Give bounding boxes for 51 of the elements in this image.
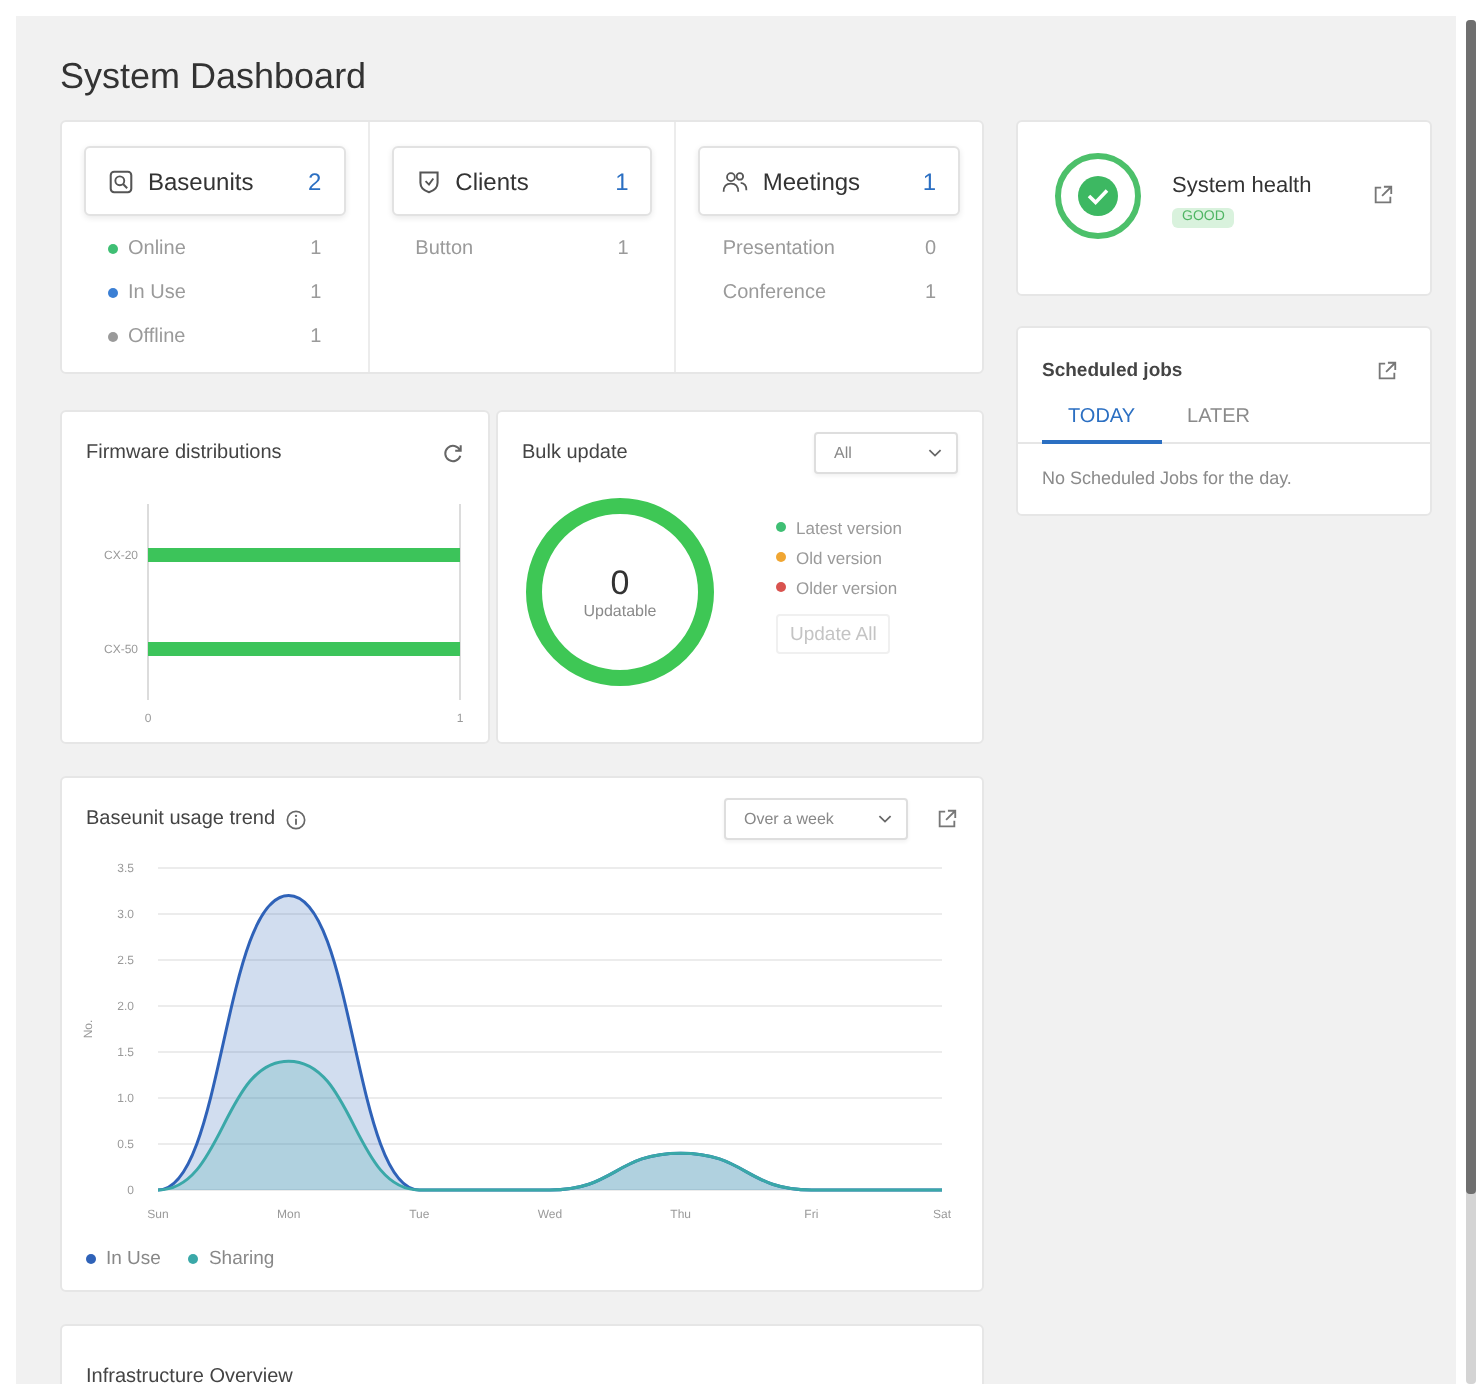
external-link-icon[interactable] [1372, 184, 1394, 206]
card-title: Bulk update [522, 442, 628, 464]
category-header[interactable]: Baseunits 2 [84, 146, 346, 216]
category-count: 1 [922, 167, 937, 195]
legend-label: Old version [796, 547, 882, 567]
card-title: System health [1172, 172, 1312, 200]
chevron-down-icon [878, 814, 892, 824]
square-search-icon [108, 169, 134, 193]
period-dropdown[interactable]: Over a week [724, 798, 908, 840]
row-label: Offline [128, 325, 186, 347]
category-header[interactable]: Clients 1 [391, 146, 653, 216]
check-circle-icon [1054, 152, 1142, 240]
row-value: 1 [924, 281, 937, 303]
legend-label: Latest version [796, 517, 902, 537]
shield-icon [415, 169, 442, 193]
people-icon [722, 169, 749, 193]
row-value: 0 [924, 237, 937, 259]
external-link-icon[interactable] [936, 808, 958, 830]
row-label: Conference [722, 281, 827, 303]
row-value: 1 [310, 281, 322, 303]
category-name: Meetings [762, 167, 861, 195]
filter-dropdown[interactable]: All [814, 432, 958, 474]
updatable-count: 0 [610, 564, 630, 602]
legend-label: Older version [796, 577, 898, 597]
empty-message: No Scheduled Jobs for the day. [1040, 466, 1294, 492]
info-icon[interactable] [285, 809, 306, 829]
tab[interactable]: LATER [1161, 398, 1277, 444]
chevron-down-icon [928, 448, 942, 458]
category-name: Clients [455, 167, 529, 195]
row-value: 1 [310, 237, 322, 259]
page-title: System Dashboard [60, 54, 369, 100]
category-name: Baseunits [148, 167, 254, 195]
card-title: Infrastructure Overview [86, 1366, 293, 1384]
legend-label: Sharing [208, 1247, 275, 1269]
updatable-label: Updatable [583, 602, 657, 620]
card-title: Scheduled jobs [1042, 359, 1183, 381]
tab[interactable]: TODAY [1042, 398, 1162, 444]
external-link-icon[interactable] [1376, 359, 1398, 381]
row-label: Presentation [722, 237, 835, 259]
card-title: Baseunit usage trend [86, 808, 276, 830]
legend-label: In Use [106, 1247, 161, 1269]
refresh-icon[interactable] [442, 442, 464, 464]
category-header[interactable]: Meetings 1 [698, 146, 961, 216]
card-title: Firmware distributions [86, 442, 282, 464]
category-count: 1 [615, 167, 629, 195]
category-count: 2 [307, 167, 322, 195]
row-label: In Use [128, 281, 186, 303]
row-value: 1 [617, 237, 629, 259]
row-label: Button [415, 237, 474, 259]
row-value: 1 [310, 325, 322, 347]
row-label: Online [128, 237, 186, 259]
